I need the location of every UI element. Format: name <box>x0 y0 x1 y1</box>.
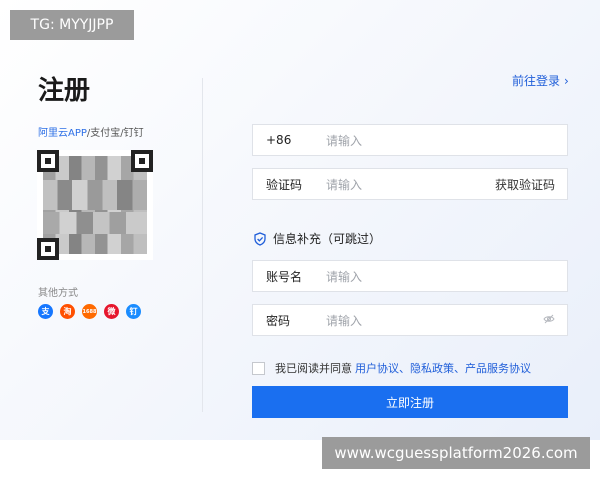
phone-prefix[interactable]: +86 <box>253 133 326 147</box>
verification-code-label: 验证码 <box>266 177 303 192</box>
weibo-icon[interactable]: 微 <box>104 304 119 319</box>
dingtalk-icon[interactable]: 钉 <box>126 304 141 319</box>
watermark-bottom: www.wcguessplatform2026.com <box>322 437 590 469</box>
scan-hint-aliyun: 阿里云APP <box>38 128 87 139</box>
account-input[interactable]: 请输入 <box>326 268 567 285</box>
chevron-right-icon: › <box>564 74 569 88</box>
password-field[interactable]: 密码 请输入 <box>252 304 568 336</box>
qr-finder-bottom-left <box>37 238 59 260</box>
agreement-checkbox[interactable] <box>252 361 265 375</box>
go-login-label: 前往登录 <box>512 74 561 88</box>
verification-code-input[interactable]: 请输入 <box>326 176 495 193</box>
account-label: 账号名 <box>266 269 303 284</box>
qr-code-pixels <box>43 212 147 234</box>
phone-input[interactable]: 请输入 <box>326 132 567 149</box>
qr-finder-top-left <box>37 150 59 172</box>
info-supplement-label: 信息补充（可跳过） <box>273 232 382 246</box>
eye-hidden-icon[interactable] <box>543 313 567 327</box>
password-label: 密码 <box>266 313 291 328</box>
register-button[interactable]: 立即注册 <box>252 386 568 418</box>
qr-code-pixels <box>43 180 147 210</box>
alipay-icon[interactable]: 支 <box>38 304 53 319</box>
get-code-button[interactable]: 获取验证码 <box>495 176 567 193</box>
scan-hint: 阿里云APP/支付宝/钉钉 <box>38 124 144 139</box>
agreement-row: 我已阅读并同意 用户协议、隐私政策、产品服务协议 <box>252 360 531 376</box>
taobao-icon[interactable]: 淘 <box>60 304 75 319</box>
info-supplement-heading: 信息补充（可跳过） <box>253 230 381 247</box>
qr-finder-top-right <box>131 150 153 172</box>
watermark-top: TG: MYYJJPP <box>10 10 134 40</box>
page-title: 注册 <box>38 76 91 106</box>
1688-icon[interactable]: 1688 <box>82 304 97 319</box>
phone-field[interactable]: +86 请输入 <box>252 124 568 156</box>
other-methods-label: 其他方式 <box>38 288 78 299</box>
verification-code-field[interactable]: 验证码 请输入 获取验证码 <box>252 168 568 200</box>
agreement-prefix: 我已阅读并同意 <box>275 362 352 375</box>
vertical-divider <box>202 78 203 412</box>
social-login-list: 支淘 1688 微钉 <box>38 304 141 319</box>
go-login-link[interactable]: 前往登录 › <box>512 72 569 89</box>
password-input[interactable]: 请输入 <box>326 312 543 329</box>
scan-hint-rest: /支付宝/钉钉 <box>86 128 144 139</box>
account-field[interactable]: 账号名 请输入 <box>252 260 568 292</box>
agreement-links[interactable]: 用户协议、隐私政策、产品服务协议 <box>355 360 531 376</box>
shield-check-icon <box>254 231 266 246</box>
qr-code <box>37 150 153 260</box>
